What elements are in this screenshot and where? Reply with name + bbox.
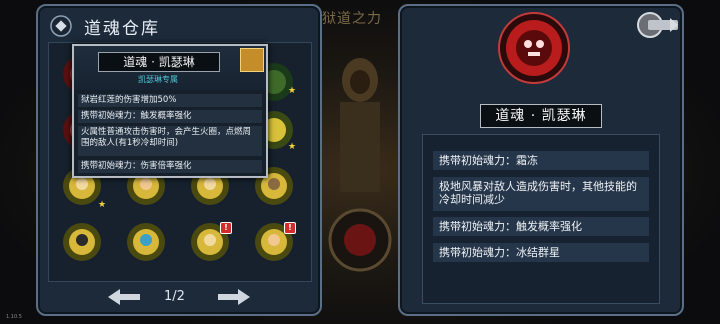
next-page-icon[interactable] — [216, 287, 252, 307]
diamond-icon — [50, 15, 72, 37]
tooltip-header: 道魂 · 凯瑟琳 凯瑟琳专属 — [74, 46, 266, 90]
tooltip-row: 狱岩红莲的伤害增加50% — [78, 94, 262, 107]
soul-detail-panel: 道魂 · 凯瑟琳 携带初始魂力：霜冻 极地风暴对敌人造成伤害时，其他技能的冷却时… — [398, 4, 684, 316]
detail-name: 道魂 · 凯瑟琳 — [480, 104, 602, 128]
soul-emblem-icon — [498, 12, 570, 84]
tooltip-subtitle: 凯瑟琳专属 — [138, 75, 178, 84]
pager: 1/2 — [36, 283, 322, 311]
detail-row: 极地风暴对敌人造成伤害时，其他技能的冷却时间减少 — [433, 177, 649, 211]
page-indicator: 1/2 — [164, 289, 185, 304]
center-statue — [328, 58, 392, 272]
exclusive-emblem-icon — [240, 48, 264, 72]
tooltip-row: 携带初始魂力：伤害倍率强化 — [78, 160, 262, 173]
soul-slot-9[interactable] — [62, 222, 102, 262]
mid-title: 狱道之力 — [322, 11, 382, 27]
storage-title-bar: 道魂仓库 — [44, 12, 314, 40]
star-icon: ★ — [98, 200, 107, 210]
star-icon: ★ — [288, 86, 297, 96]
soul-tooltip: 道魂 · 凯瑟琳 凯瑟琳专属 狱岩红莲的伤害增加50% 携带初始魂力：触发概率强… — [72, 44, 268, 178]
version-label: 1.10.5 — [6, 314, 22, 320]
tooltip-row: 火属性普通攻击伤害时，会产生火圈，点燃周围的敌人(有1秒冷却时间) — [78, 126, 262, 156]
soul-slot-10[interactable] — [126, 222, 166, 262]
close-icon[interactable] — [636, 10, 682, 40]
detail-row: 携带初始魂力：冰结群星 — [433, 243, 649, 262]
detail-row: 携带初始魂力：霜冻 — [433, 151, 649, 170]
detail-row: 携带初始魂力：触发概率强化 — [433, 217, 649, 236]
detail-info-box: 携带初始魂力：霜冻 极地风暴对敌人造成伤害时，其他技能的冷却时间减少 携带初始魂… — [422, 134, 660, 304]
tooltip-row: 携带初始魂力：触发概率强化 — [78, 110, 262, 123]
prev-page-icon[interactable] — [106, 287, 142, 307]
new-badge-icon: ! — [284, 222, 296, 234]
tooltip-name: 道魂 · 凯瑟琳 — [98, 52, 220, 72]
new-badge-icon: ! — [220, 222, 232, 234]
star-icon: ★ — [288, 142, 297, 152]
storage-title: 道魂仓库 — [84, 19, 160, 39]
